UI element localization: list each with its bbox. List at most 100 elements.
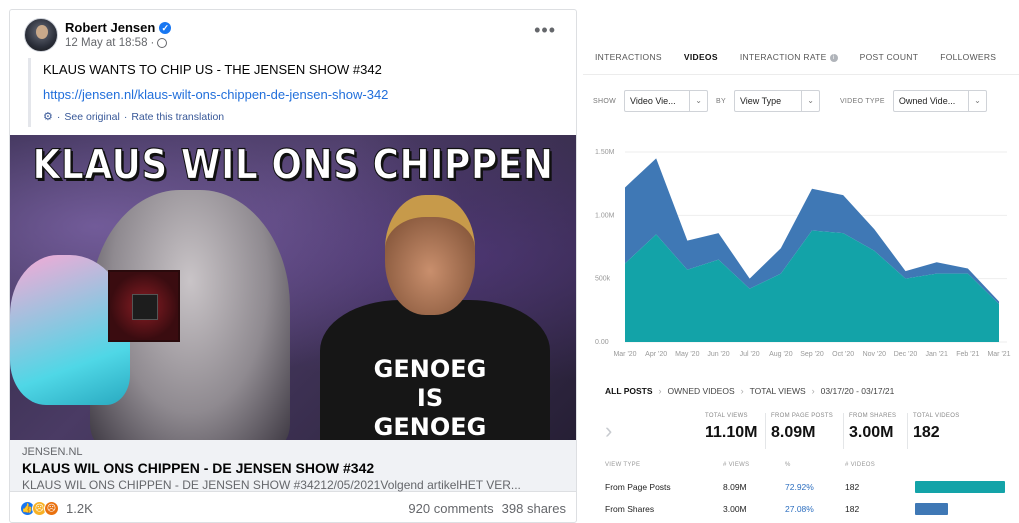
column-header — [915, 462, 1005, 476]
x-tick-label: Sep '20 — [800, 351, 824, 358]
x-tick-label: May '20 — [675, 351, 699, 358]
chevron-down-icon: ⌄ — [968, 91, 981, 111]
thumbnail-microchip — [108, 270, 180, 342]
metric-label: FROM SHARES — [849, 413, 897, 419]
metric-value: 3.00M — [849, 424, 894, 441]
x-tick-label: Feb '21 — [956, 351, 979, 358]
verified-badge-icon: ✓ — [159, 21, 172, 34]
show-dropdown[interactable]: Video Vie... ⌄ — [623, 90, 708, 112]
card-description: KLAUS WIL ONS CHIPPEN - DE JENSEN SHOW #… — [22, 478, 521, 492]
by-label: BY — [715, 97, 726, 105]
translation-separator: · — [123, 110, 128, 123]
analytics-panel: INTERACTIONS VIDEOS INTERACTION RATE i PO… — [583, 40, 1019, 523]
author-name-row[interactable]: Robert Jensen ✓ — [65, 20, 172, 35]
crumb-total-views[interactable]: TOTAL VIEWS — [750, 386, 806, 396]
tab-followers[interactable]: FOLLOWERS — [940, 52, 996, 70]
tab-interaction-rate-label: INTERACTION RATE — [739, 52, 827, 62]
show-label: SHOW — [593, 97, 616, 105]
author-avatar[interactable] — [24, 18, 58, 52]
thumbnail-headline: KLAUS WIL ONS CHIPPEN — [32, 141, 554, 190]
table-row[interactable]: From Shares 3.00M 27.08% 182 — [605, 498, 1005, 520]
post-header: Robert Jensen ✓ 12 May at 18:58 · ••• — [10, 10, 576, 56]
row-bar-cell — [915, 481, 1005, 493]
x-tick-label: Jun '20 — [707, 351, 729, 358]
shirt-text-line: GENOEG — [373, 355, 487, 383]
tab-interaction-rate[interactable]: INTERACTION RATE i — [740, 52, 838, 70]
metrics-summary: › TOTAL VIEWS 11.10M FROM PAGE POSTS 8.0… — [605, 410, 1005, 455]
ellipsis-icon[interactable]: ••• — [534, 20, 556, 41]
view-type-table: VIEW TYPE # VIEWS % # VIDEOS From Page P… — [605, 462, 1005, 520]
x-tick-label: Mar '21 — [987, 351, 1010, 358]
video-thumbnail[interactable]: GENOEG IS GENOEG KLAUS WIL ONS CHIPPEN — [10, 135, 576, 440]
show-dropdown-value: Video Vie... — [629, 96, 676, 106]
comments-count[interactable]: 920 comments — [408, 501, 493, 516]
metric-label: FROM PAGE POSTS — [771, 413, 834, 419]
filter-bar: SHOW Video Vie... ⌄ BY View Type ⌄ VIDEO… — [593, 90, 995, 112]
row-bar-cell — [915, 503, 1005, 515]
row-view-type: From Page Posts — [605, 482, 671, 492]
view-type-dropdown[interactable]: View Type ⌄ — [733, 90, 820, 112]
chevron-right-icon: › — [658, 386, 662, 396]
table-header: VIEW TYPE # VIEWS % # VIDEOS — [605, 462, 1005, 476]
metric-from-page-posts: FROM PAGE POSTS 8.09M — [771, 413, 833, 442]
reaction-count[interactable]: 1.2K — [66, 501, 93, 516]
metric-total-videos: TOTAL VIDEOS 182 — [913, 413, 960, 442]
x-tick-label: Jan '21 — [925, 351, 947, 358]
row-views: 8.09M — [723, 482, 747, 492]
card-title[interactable]: KLAUS WIL ONS CHIPPEN - DE JENSEN SHOW #… — [22, 460, 564, 476]
row-percent: 72.92% — [785, 482, 814, 492]
globe-icon — [157, 38, 168, 48]
x-tick-label: Nov '20 — [863, 351, 887, 358]
meta-separator: · — [150, 37, 155, 49]
chevron-down-icon: ⌄ — [801, 91, 814, 111]
column-header: # VIEWS — [723, 462, 750, 468]
row-videos: 182 — [845, 482, 860, 492]
crumb-owned-videos[interactable]: OWNED VIDEOS — [668, 386, 735, 396]
view-type-dropdown-value: View Type — [739, 96, 782, 106]
metric-value: 182 — [913, 424, 940, 441]
table-row[interactable]: From Page Posts 8.09M 72.92% 182 — [605, 476, 1005, 498]
rate-translation-link[interactable]: Rate this translation — [131, 111, 224, 123]
x-tick-label: Dec '20 — [894, 351, 918, 358]
metric-divider — [907, 413, 908, 449]
post-link[interactable]: https://jensen.nl/klaus-wilt-ons-chippen… — [43, 87, 576, 102]
tab-videos[interactable]: VIDEOS — [684, 52, 718, 70]
link-preview-card[interactable]: JENSEN.NL KLAUS WIL ONS CHIPPEN - DE JEN… — [10, 440, 576, 492]
tabs-divider — [583, 74, 1019, 75]
angry-reaction-icon: ☹ — [44, 500, 59, 516]
chevron-right-icon: › — [811, 386, 815, 396]
crumb-date-range: 03/17/20 - 03/17/21 — [820, 386, 895, 396]
column-header: VIEW TYPE — [605, 462, 641, 468]
shares-count[interactable]: 398 shares — [502, 501, 566, 516]
y-tick-label: 500k — [595, 276, 611, 283]
video-type-dropdown[interactable]: Owned Vide... ⌄ — [892, 90, 987, 112]
share-bar — [915, 503, 949, 515]
metric-total-views: TOTAL VIEWS 11.10M — [705, 413, 757, 442]
y-tick-label: 1.50M — [595, 149, 615, 156]
metric-tabs: INTERACTIONS VIDEOS INTERACTION RATE i PO… — [595, 52, 996, 70]
post-title: KLAUS WANTS TO CHIP US - THE JENSEN SHOW… — [43, 62, 382, 77]
shirt-text-line: IS — [416, 383, 444, 412]
facebook-post: Robert Jensen ✓ 12 May at 18:58 · ••• KL… — [9, 9, 577, 523]
metric-from-shares: FROM SHARES 3.00M — [849, 413, 896, 442]
reactions-summary[interactable]: 👍 ☹ ☹ 1.2K — [20, 500, 93, 516]
author-name[interactable]: Robert Jensen — [65, 20, 155, 35]
row-percent: 27.08% — [785, 504, 814, 514]
translation-separator: · — [56, 110, 61, 123]
crumb-all-posts[interactable]: ALL POSTS — [605, 386, 653, 396]
metric-value: 8.09M — [771, 424, 816, 441]
video-views-area-chart: 0.00 500k 1.00M 1.50M Mar '20 Apr '20 May '20 J… — [595, 149, 1011, 358]
post-timestamp[interactable]: 12 May at 18:58 — [65, 37, 147, 49]
metric-label: TOTAL VIDEOS — [913, 413, 960, 419]
engagement-bar: 👍 ☹ ☹ 1.2K 920 comments 398 shares — [10, 497, 576, 519]
video-type-dropdown-value: Owned Vide... — [898, 96, 956, 106]
see-original-link[interactable]: See original — [64, 111, 119, 123]
tab-interactions[interactable]: INTERACTIONS — [595, 52, 662, 70]
card-domain: JENSEN.NL — [22, 446, 83, 458]
tab-post-count[interactable]: POST COUNT — [860, 52, 919, 70]
x-tick-label: Oct '20 — [832, 351, 854, 358]
thumbnail-head — [385, 195, 475, 315]
chevron-right-icon[interactable]: › — [605, 418, 612, 444]
post-body: KLAUS WANTS TO CHIP US - THE JENSEN SHOW… — [28, 58, 576, 127]
info-icon[interactable]: i — [829, 53, 838, 62]
